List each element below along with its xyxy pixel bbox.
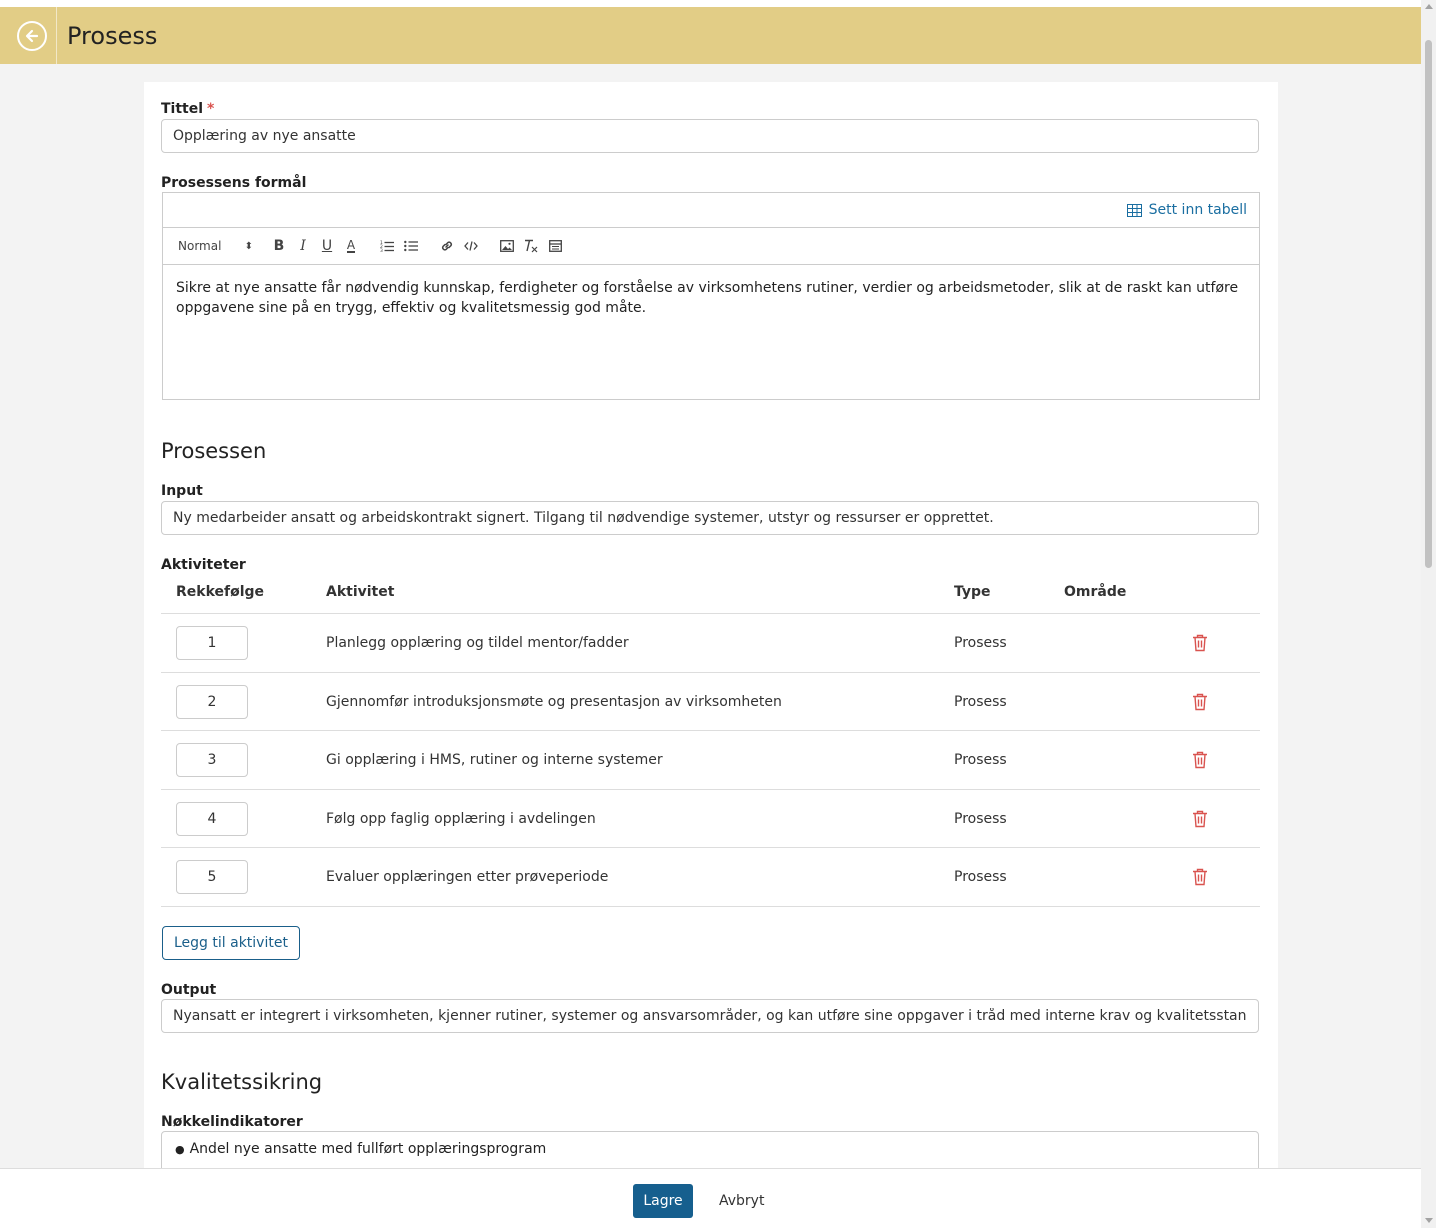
code-icon — [464, 241, 478, 251]
italic-button[interactable]: I — [291, 234, 315, 258]
title-label-text: Tittel — [161, 101, 204, 117]
table-icon — [1126, 203, 1142, 217]
delete-icon[interactable] — [1192, 751, 1208, 769]
delete-icon[interactable] — [1192, 810, 1208, 828]
table-format-icon — [548, 240, 562, 252]
purpose-editor: Sett inn tabell Normal ⬍ B I U A 1 2 3 S… — [162, 192, 1260, 400]
clear-format-icon — [525, 239, 538, 253]
image-button[interactable] — [495, 234, 519, 258]
quality-heading: Kvalitetssikring — [161, 1070, 323, 1094]
delete-icon[interactable] — [1192, 693, 1208, 711]
form-card: Tittel* Prosessens formål Sett inn tabel… — [144, 82, 1278, 1168]
bullet-icon: ● — [175, 1143, 185, 1156]
select-arrows-icon: ⬍ — [244, 240, 253, 252]
header-divider — [56, 7, 57, 64]
kpi-label: Nøkkelindikatorer — [161, 1114, 303, 1130]
scrollbar-thumb[interactable] — [1425, 40, 1432, 568]
link-icon — [441, 241, 453, 251]
required-mark: * — [207, 101, 215, 117]
save-button[interactable]: Lagre — [633, 1184, 693, 1218]
type-cell: Prosess — [954, 752, 1007, 769]
order-input[interactable]: 5 — [176, 860, 248, 895]
table-row: 1 Planlegg opplæring og tildel mentor/fa… — [161, 614, 1260, 673]
purpose-editor-body[interactable]: Sikre at nye ansatte får nødvendig kunns… — [163, 265, 1259, 331]
svg-text:3: 3 — [380, 248, 383, 252]
footer-bar: Lagre Avbryt — [0, 1168, 1421, 1228]
code-button[interactable] — [459, 234, 483, 258]
bullet-list-icon — [404, 240, 418, 252]
kpi-editor[interactable]: ● Andel nye ansatte med fullført opplærin… — [161, 1131, 1259, 1168]
editor-toolbar: Normal ⬍ B I U A 1 2 3 — [163, 228, 1259, 265]
delete-icon[interactable] — [1192, 868, 1208, 886]
title-label: Tittel * — [161, 101, 214, 117]
image-icon — [500, 240, 514, 252]
ordered-list-icon: 1 2 3 — [380, 240, 394, 252]
table-row: 5 Evaluer opplæringen etter prøveperiode… — [161, 848, 1260, 907]
activity-cell: Planlegg opplæring og tildel mentor/fadd… — [326, 635, 629, 651]
column-type: Type — [954, 584, 991, 600]
table-format-button[interactable] — [543, 234, 567, 258]
type-cell: Prosess — [954, 810, 1007, 827]
scroll-down-icon[interactable] — [1425, 1218, 1433, 1223]
type-cell: Prosess — [954, 635, 1007, 651]
scrollbar[interactable] — [1421, 0, 1436, 1228]
clear-format-button[interactable] — [519, 234, 543, 258]
underline-icon: U — [321, 238, 333, 254]
app-header: Prosess — [0, 7, 1421, 64]
page-title: Prosess — [67, 21, 158, 50]
text-color-icon: A — [346, 238, 356, 253]
input-label: Input — [161, 483, 203, 499]
top-strip — [0, 0, 1421, 7]
content-area: Tittel* Prosessens formål Sett inn tabel… — [0, 64, 1421, 1168]
link-button[interactable] — [435, 234, 459, 258]
insert-table-button[interactable]: Sett inn tabell — [1126, 202, 1247, 218]
ordered-list-button[interactable]: 1 2 3 — [375, 234, 399, 258]
activities-table: Rekkefølge Aktivitet Type Område 1 Planl… — [161, 584, 1260, 907]
text-color-button[interactable]: A — [339, 234, 363, 258]
process-heading: Prosessen — [161, 439, 267, 463]
bullet-list-button[interactable] — [399, 234, 423, 258]
activity-cell: Gjennomfør introduksjonsmøte og presenta… — [326, 693, 782, 710]
back-button[interactable] — [17, 20, 47, 51]
insert-table-label: Sett inn tabell — [1148, 202, 1247, 218]
order-input[interactable]: 3 — [176, 743, 248, 778]
table-row: 2 Gjennomfør introduksjonsmøte og presen… — [161, 673, 1260, 732]
output-label: Output — [161, 982, 217, 998]
input-field[interactable] — [161, 501, 1259, 535]
table-row: 3 Gi opplæring i HMS, rutiner og interne… — [161, 731, 1260, 790]
column-area: Område — [1064, 584, 1127, 600]
activities-label: Aktiviteter — [161, 557, 246, 573]
kpi-item-text: Andel nye ansatte med fullført opplæring… — [189, 1141, 547, 1157]
activity-cell: Evaluer opplæringen etter prøveperiode — [326, 869, 609, 886]
order-input[interactable]: 2 — [176, 684, 248, 719]
add-activity-button[interactable]: Legg til aktivitet — [162, 926, 300, 960]
purpose-label: Prosessens formål — [161, 175, 307, 191]
italic-icon: I — [300, 238, 306, 254]
output-field[interactable] — [161, 999, 1259, 1033]
format-select[interactable]: Normal ⬍ — [178, 234, 255, 258]
type-cell: Prosess — [954, 869, 1007, 886]
bold-button[interactable]: B — [267, 234, 291, 258]
table-header: Rekkefølge Aktivitet Type Område — [161, 584, 1260, 614]
format-select-value: Normal — [178, 239, 222, 253]
order-input[interactable]: 4 — [176, 801, 248, 836]
underline-button[interactable]: U — [315, 234, 339, 258]
order-input[interactable]: 1 — [176, 626, 248, 660]
arrow-left-icon — [25, 29, 39, 42]
activity-cell: Gi opplæring i HMS, rutiner og interne s… — [326, 752, 663, 769]
editor-top-bar: Sett inn tabell — [163, 193, 1259, 228]
title-input[interactable] — [161, 119, 1259, 153]
bold-icon: B — [273, 238, 285, 254]
table-row: 4 Følg opp faglig opplæring i avdelingen… — [161, 790, 1260, 849]
list-item: ● Andel nye ansatte med fullført opplærin… — [175, 1141, 1245, 1157]
activity-cell: Følg opp faglig opplæring i avdelingen — [326, 810, 596, 827]
delete-icon[interactable] — [1192, 634, 1208, 652]
column-order: Rekkefølge — [176, 584, 265, 600]
scroll-up-icon[interactable] — [1425, 4, 1433, 9]
column-activity: Aktivitet — [326, 584, 395, 600]
type-cell: Prosess — [954, 693, 1007, 710]
cancel-button[interactable]: Avbryt — [711, 1184, 772, 1218]
